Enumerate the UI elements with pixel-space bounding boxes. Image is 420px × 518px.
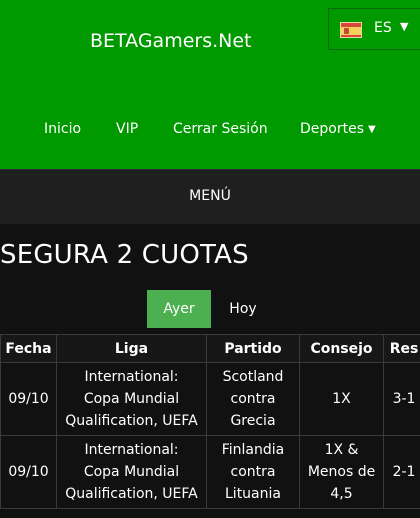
cell-res: 3-1 <box>383 362 420 436</box>
table-header-row: Fecha Liga Partido Consejo Res <box>0 334 420 363</box>
nav-deportes-label: Deportes <box>300 121 364 137</box>
predictions-table: Fecha Liga Partido Consejo Res 09/10 Int… <box>0 334 420 509</box>
site-brand[interactable]: BETAGamers.Net <box>90 30 252 52</box>
table-row: 09/10 International: Copa Mundial Qualif… <box>0 435 420 509</box>
nav-inicio[interactable]: Inicio <box>44 121 81 137</box>
page-title: SEGURA 2 CUOTAS <box>0 240 249 270</box>
col-header-res: Res <box>383 334 420 363</box>
spain-flag-icon <box>340 22 362 38</box>
menu-label[interactable]: MENÚ <box>0 188 420 204</box>
chevron-down-icon: ▼ <box>400 20 409 33</box>
tab-hoy[interactable]: Hoy <box>219 290 267 328</box>
language-code: ES <box>374 20 392 36</box>
cell-liga: International: Copa Mundial Qualificatio… <box>56 435 207 509</box>
caret-down-icon: ▼ <box>368 124 376 135</box>
cell-partido: Finlandia contra Lituania <box>206 435 300 509</box>
cell-res: 2-1 <box>383 435 420 509</box>
cell-liga: International: Copa Mundial Qualificatio… <box>56 362 207 436</box>
language-selector[interactable]: ES ▼ <box>328 8 420 50</box>
col-header-fecha: Fecha <box>0 334 57 363</box>
nav-cerrar-sesion[interactable]: Cerrar Sesión <box>173 121 268 137</box>
cell-consejo: 1X & Menos de 4,5 <box>299 435 384 509</box>
top-header: BETAGamers.Net ES ▼ Inicio VIP Cerrar Se… <box>0 0 420 169</box>
cell-partido: Scotland contra Grecia <box>206 362 300 436</box>
nav-deportes[interactable]: Deportes ▼ <box>300 121 376 137</box>
col-header-consejo: Consejo <box>299 334 384 363</box>
menu-bar[interactable]: MENÚ <box>0 169 420 224</box>
col-header-partido: Partido <box>206 334 300 363</box>
table-row: 09/10 International: Copa Mundial Qualif… <box>0 362 420 436</box>
cell-fecha: 09/10 <box>0 435 57 509</box>
tab-ayer[interactable]: Ayer <box>147 290 211 328</box>
col-header-liga: Liga <box>56 334 207 363</box>
cell-fecha: 09/10 <box>0 362 57 436</box>
cell-consejo: 1X <box>299 362 384 436</box>
nav-vip[interactable]: VIP <box>116 121 138 137</box>
